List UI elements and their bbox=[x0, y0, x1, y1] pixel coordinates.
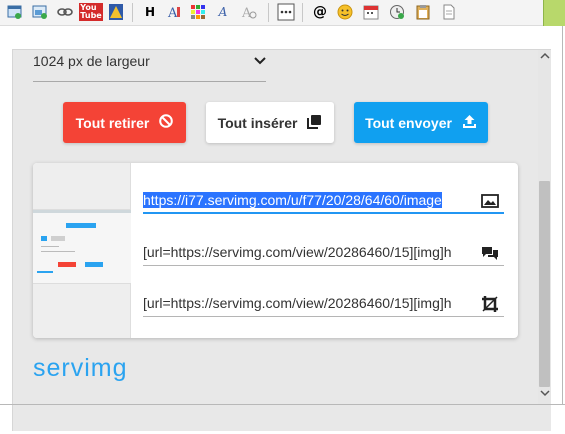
upload-result-card: https://i77.servimg.com/u/f77/20/28/64/6… bbox=[33, 163, 518, 338]
mention-icon[interactable]: @ bbox=[311, 3, 329, 21]
block-icon bbox=[159, 114, 174, 131]
toolbar-separator bbox=[268, 3, 269, 22]
window-icon[interactable] bbox=[6, 3, 24, 21]
more-icon[interactable] bbox=[277, 3, 295, 21]
clear-format-icon[interactable]: A bbox=[240, 3, 258, 21]
image-width-select[interactable]: 1024 px de largeur bbox=[33, 50, 266, 82]
remove-all-button[interactable]: Tout retirer bbox=[63, 102, 186, 143]
clipboard-icon[interactable] bbox=[414, 3, 432, 21]
mention-label: @ bbox=[313, 4, 327, 20]
font-size-icon[interactable]: A bbox=[165, 3, 183, 21]
upload-icon bbox=[462, 114, 477, 132]
remove-all-label: Tout retirer bbox=[75, 114, 150, 131]
bbcode-forum-value[interactable]: [url=https://servimg.com/view/20286460/1… bbox=[143, 244, 463, 260]
scroll-down-icon[interactable] bbox=[538, 389, 551, 403]
dialog-bottom-border bbox=[0, 404, 565, 405]
editor-toolbar: You Tube H A A A @ bbox=[0, 0, 565, 26]
direct-link-value[interactable]: https://i77.servimg.com/u/f77/20/28/64/6… bbox=[143, 192, 442, 208]
heading-label: H bbox=[144, 5, 156, 19]
servimg-logo[interactable]: servimg bbox=[33, 354, 128, 383]
toolbar-separator bbox=[302, 3, 303, 22]
thumbnail-panel bbox=[33, 163, 131, 338]
scroll-up-icon[interactable] bbox=[538, 52, 551, 66]
color-palette-icon[interactable] bbox=[189, 3, 207, 21]
youtube-label: You Tube bbox=[79, 3, 103, 21]
warning-icon[interactable] bbox=[107, 3, 125, 21]
dialog-right-border bbox=[562, 26, 563, 405]
crop-icon[interactable] bbox=[480, 295, 500, 313]
calendar-icon[interactable] bbox=[362, 3, 380, 21]
insert-all-button[interactable]: Tout insérer bbox=[206, 102, 334, 143]
emoji-icon[interactable] bbox=[336, 3, 354, 21]
green-panel-edge bbox=[543, 0, 565, 26]
image-icon[interactable] bbox=[31, 3, 49, 21]
bbcode-thumbnail-field[interactable]: [url=https://servimg.com/view/20286460/1… bbox=[143, 293, 504, 317]
send-all-button[interactable]: Tout envoyer bbox=[354, 102, 488, 143]
font-face-label: A bbox=[218, 5, 228, 19]
chevron-down-icon bbox=[254, 53, 266, 69]
insert-all-label: Tout insérer bbox=[217, 114, 298, 131]
image-width-value: 1024 px de largeur bbox=[33, 53, 150, 69]
document-icon[interactable] bbox=[440, 3, 458, 21]
bbcode-thumbnail-value[interactable]: [url=https://servimg.com/view/20286460/1… bbox=[143, 295, 463, 311]
youtube-icon[interactable]: You Tube bbox=[79, 3, 103, 21]
direct-link-field[interactable]: https://i77.servimg.com/u/f77/20/28/64/6… bbox=[143, 190, 504, 214]
clock-icon[interactable] bbox=[388, 3, 406, 21]
font-face-icon[interactable]: A bbox=[214, 3, 232, 21]
comments-icon[interactable] bbox=[480, 244, 500, 262]
copy-icon bbox=[307, 114, 322, 132]
svg-text:A: A bbox=[167, 6, 178, 20]
bbcode-forum-field[interactable]: [url=https://servimg.com/view/20286460/1… bbox=[143, 242, 504, 266]
toolbar-separator bbox=[132, 3, 133, 22]
link-icon[interactable] bbox=[56, 3, 74, 21]
image-icon[interactable] bbox=[480, 192, 500, 210]
scrollbar-thumb[interactable] bbox=[539, 181, 550, 387]
image-thumbnail[interactable] bbox=[33, 209, 131, 284]
heading-icon[interactable]: H bbox=[141, 3, 159, 21]
send-all-label: Tout envoyer bbox=[365, 114, 452, 131]
